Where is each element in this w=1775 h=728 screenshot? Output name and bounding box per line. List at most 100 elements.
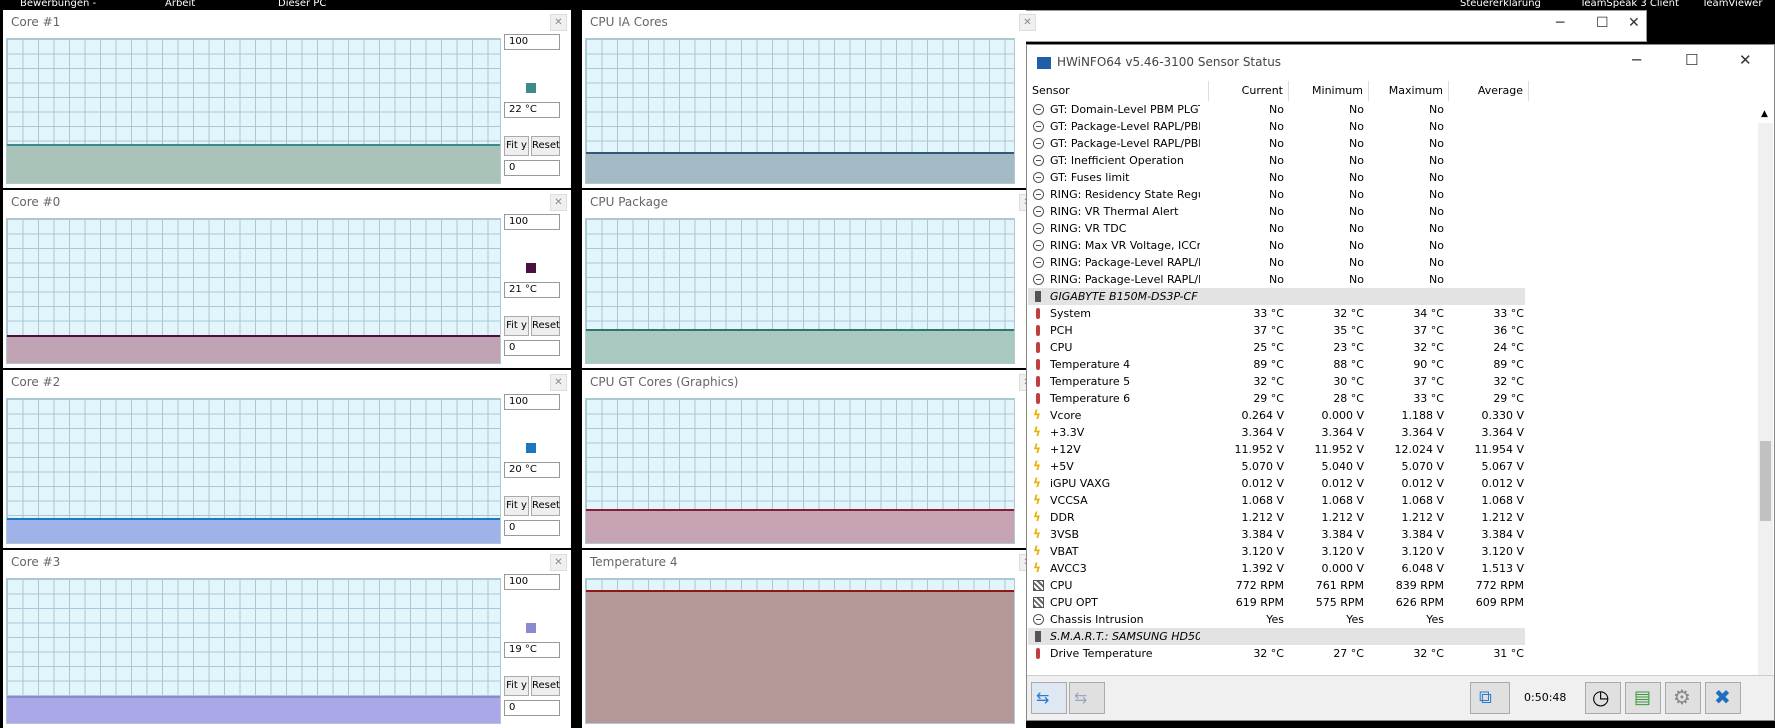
taskbar-item[interactable]: TeamViewer [1702, 0, 1762, 9]
reset-button[interactable]: Reset [531, 676, 560, 696]
table-row[interactable]: CPU OPT 619 RPM 575 RPM 626 RPM 609 RPM [1028, 594, 1525, 611]
close-icon[interactable]: ✕ [1019, 14, 1036, 31]
close-icon[interactable]: ✕ [550, 14, 567, 31]
table-row[interactable]: ϟ VCCSA 1.068 V 1.068 V 1.068 V 1.068 V [1028, 492, 1525, 509]
settings-gear-icon[interactable]: ⚙ [1665, 682, 1701, 714]
min-field[interactable]: 0 [504, 340, 560, 356]
column-minimum[interactable]: Minimum [1289, 81, 1369, 101]
close-exit-icon[interactable]: ✖ [1705, 682, 1741, 714]
max-field[interactable]: 100 [504, 214, 560, 230]
graph-window[interactable]: CPU IA Cores ✕ [582, 10, 1036, 188]
table-row[interactable]: ϟ VBAT 3.120 V 3.120 V 3.120 V 3.120 V [1028, 543, 1525, 560]
table-row[interactable]: RING: VR TDC No No No [1028, 220, 1525, 237]
table-row[interactable]: GT: Package-Level RAPL/PBM... No No No [1028, 135, 1525, 152]
reset-button[interactable]: Reset [531, 136, 560, 156]
fit-y-button[interactable]: Fit y [504, 676, 529, 696]
min-field[interactable]: 0 [504, 700, 560, 716]
minimize-icon[interactable]: ─ [1632, 51, 1641, 69]
color-swatch[interactable] [526, 623, 536, 633]
maximize-icon[interactable]: ☐ [1596, 15, 1609, 31]
close-icon[interactable]: ✕ [550, 554, 567, 571]
scroll-up-icon[interactable]: ▲ [1761, 109, 1768, 119]
table-row[interactable]: ϟ +5V 5.070 V 5.040 V 5.070 V 5.067 V [1028, 458, 1525, 475]
taskbar-item[interactable]: Steuererklärung [1460, 0, 1541, 9]
graph-window[interactable]: Core #2 ✕ 100 20 °C Fit y Reset 0 [3, 370, 571, 548]
reset-button[interactable]: Reset [531, 496, 560, 516]
table-row[interactable]: RING: Max VR Voltage, ICCm... No No No [1028, 237, 1525, 254]
color-swatch[interactable] [526, 263, 536, 273]
table-row[interactable]: Temperature 4 89 °C 88 °C 90 °C 89 °C [1028, 356, 1525, 373]
network-icon[interactable]: ⧉ [1470, 682, 1510, 714]
max-field[interactable]: 100 [504, 394, 560, 410]
graph-plot [585, 578, 1015, 724]
graph-window[interactable]: Core #0 ✕ 100 21 °C Fit y Reset 0 [3, 190, 571, 368]
max-field[interactable]: 100 [504, 34, 560, 50]
table-row[interactable]: PCH 37 °C 35 °C 37 °C 36 °C [1028, 322, 1525, 339]
table-row[interactable]: CPU 25 °C 23 °C 32 °C 24 °C [1028, 339, 1525, 356]
graph-window[interactable]: CPU GT Cores (Graphics)✕ [582, 370, 1036, 548]
sensor-name: DDR [1050, 511, 1075, 524]
min-field[interactable]: 0 [504, 520, 560, 536]
graph-window[interactable]: Core #3 ✕ 100 19 °C Fit y Reset 0 [3, 550, 571, 728]
navigate-arrows-disabled-icon[interactable]: ⇆ [1069, 682, 1105, 714]
table-row[interactable]: ϟ Vcore 0.264 V 0.000 V 1.188 V 0.330 V [1028, 407, 1525, 424]
voltage-icon: ϟ [1033, 442, 1041, 456]
current-value: 29 °C [1253, 392, 1284, 405]
table-row[interactable]: CPU 772 RPM 761 RPM 839 RPM 772 RPM [1028, 577, 1525, 594]
sensor-group-row[interactable]: S.M.A.R.T.: SAMSUNG HD50... [1028, 628, 1525, 645]
table-row[interactable]: RING: VR Thermal Alert No No No [1028, 203, 1525, 220]
column-current[interactable]: Current [1209, 81, 1289, 101]
taskbar-item[interactable]: TeamSpeak 3 Client [1580, 0, 1679, 9]
graph-window[interactable]: CPU Package✕ [582, 190, 1036, 368]
column-maximum[interactable]: Maximum [1369, 81, 1449, 101]
fit-y-button[interactable]: Fit y [504, 136, 529, 156]
min-field[interactable]: 0 [504, 160, 560, 176]
background-taskbar: Bewerbungen - Arbeit Dieser PC Steuererk… [0, 0, 1775, 10]
sensor-group-row[interactable]: GIGABYTE B150M-DS3P-CF (I... [1028, 288, 1525, 305]
close-icon[interactable]: ✕ [1628, 15, 1640, 31]
table-row[interactable]: ϟ +3.3V 3.364 V 3.364 V 3.364 V 3.364 V [1028, 424, 1525, 441]
scroll-thumb[interactable] [1760, 441, 1771, 521]
table-row[interactable]: GT: Package-Level RAPL/PBM... No No No [1028, 118, 1525, 135]
taskbar-item[interactable]: Dieser PC [278, 0, 326, 9]
table-row[interactable]: RING: Package-Level RAPL/P... No No No [1028, 271, 1525, 288]
taskbar-item[interactable]: Arbeit [165, 0, 195, 9]
table-row[interactable]: ϟ DDR 1.212 V 1.212 V 1.212 V 1.212 V [1028, 509, 1525, 526]
close-icon[interactable]: ✕ [1739, 51, 1752, 69]
graph-window[interactable]: Core #1 ✕ 100 22 °C Fit y Reset 0 [3, 10, 571, 188]
table-row[interactable]: ϟ AVCC3 1.392 V 0.000 V 6.048 V 1.513 V [1028, 560, 1525, 577]
close-icon[interactable]: ✕ [550, 194, 567, 211]
table-row[interactable]: ϟ 3VSB 3.384 V 3.384 V 3.384 V 3.384 V [1028, 526, 1525, 543]
add-report-icon[interactable]: ▤ [1625, 682, 1661, 714]
column-average[interactable]: Average [1449, 81, 1529, 101]
fit-y-button[interactable]: Fit y [504, 316, 529, 336]
reset-button[interactable]: Reset [531, 316, 560, 336]
table-row[interactable]: GT: Domain-Level PBM PLGT No No No [1028, 101, 1525, 118]
table-row[interactable]: GT: Fuses limit No No No [1028, 169, 1525, 186]
table-row[interactable]: RING: Residency State Regul... No No No [1028, 186, 1525, 203]
max-field[interactable]: 100 [504, 574, 560, 590]
table-row[interactable]: RING: Package-Level RAPL/P... No No No [1028, 254, 1525, 271]
table-row[interactable]: System 33 °C 32 °C 34 °C 33 °C [1028, 305, 1525, 322]
table-row[interactable]: Drive Temperature 32 °C 27 °C 32 °C 31 °… [1028, 645, 1525, 662]
table-row[interactable]: ϟ +12V 11.952 V 11.952 V 12.024 V 11.954 … [1028, 441, 1525, 458]
taskbar-item[interactable]: Bewerbungen - [20, 0, 96, 9]
navigate-arrows-icon[interactable]: ⇆ [1031, 682, 1067, 714]
scrollbar[interactable]: ▲ ▼ [1758, 109, 1773, 719]
table-row[interactable]: Temperature 6 29 °C 28 °C 33 °C 29 °C [1028, 390, 1525, 407]
table-row[interactable]: Chassis Intrusion Yes Yes Yes [1028, 611, 1525, 628]
close-icon[interactable]: ✕ [550, 374, 567, 391]
graph-fill [586, 152, 1014, 183]
maximize-icon[interactable]: ☐ [1685, 51, 1698, 69]
table-row[interactable]: Temperature 5 32 °C 30 °C 37 °C 32 °C [1028, 373, 1525, 390]
color-swatch[interactable] [526, 443, 536, 453]
color-swatch[interactable] [526, 83, 536, 93]
table-row[interactable]: GT: Inefficient Operation No No No [1028, 152, 1525, 169]
column-sensor[interactable]: Sensor [1028, 81, 1209, 101]
table-row[interactable]: ϟ iGPU VAXG 0.012 V 0.012 V 0.012 V 0.012… [1028, 475, 1525, 492]
graph-window[interactable]: Temperature 4✕ [582, 550, 1036, 728]
title-bar[interactable]: HWiNFO64 v5.46-3100 Sensor Status ─ ☐ ✕ [1027, 45, 1774, 81]
minimize-icon[interactable]: ─ [1556, 15, 1564, 31]
clock-icon[interactable]: ◷ [1585, 682, 1621, 714]
fit-y-button[interactable]: Fit y [504, 496, 529, 516]
